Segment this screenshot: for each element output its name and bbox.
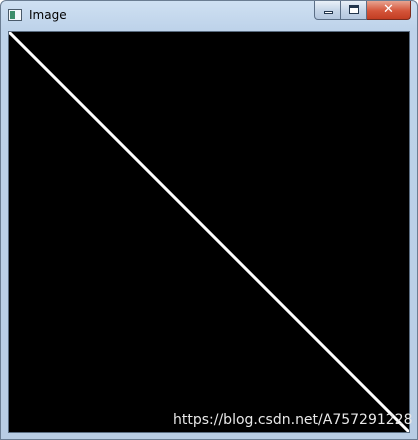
close-button[interactable]: ✕ <box>367 1 411 20</box>
maximize-button[interactable] <box>341 1 367 20</box>
minimize-button[interactable] <box>314 1 341 20</box>
window-title: Image <box>29 8 67 22</box>
title-bar[interactable]: Image ✕ <box>1 1 417 29</box>
caption-buttons: ✕ <box>314 1 411 21</box>
maximize-icon <box>349 5 359 14</box>
watermark-text: https://blog.csdn.net/A757291228 <box>173 412 413 428</box>
image-canvas <box>8 31 410 433</box>
image-drawing <box>9 32 409 432</box>
minimize-icon <box>324 11 333 14</box>
image-window: Image ✕ https://blog.csdn.net/A757291228 <box>0 0 418 440</box>
app-window-icon[interactable] <box>8 9 22 21</box>
close-icon: ✕ <box>383 2 394 17</box>
